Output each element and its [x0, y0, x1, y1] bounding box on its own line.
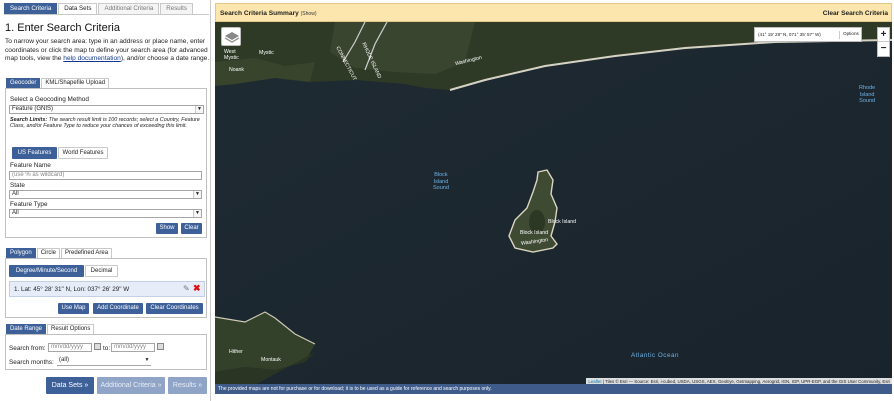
calendar-icon[interactable] [157, 343, 164, 350]
map-canvas[interactable]: West Mystic Mystic Noank CONNECTICUT RHO… [215, 22, 892, 385]
place-label: Block Island [520, 230, 548, 236]
date-from-placeholder: mm/dd/yyyy [51, 344, 84, 350]
edit-icon[interactable]: ✎ [183, 284, 190, 293]
delete-icon[interactable]: ✖ [193, 283, 201, 294]
coordinate-row: 1. Lat: 45° 28' 31" N, Lon: 037° 26' 29"… [9, 281, 205, 297]
area-box: Degree/Minute/Second Decimal 1. Lat: 45°… [5, 258, 207, 318]
criteria-intro: To narrow your search area: type in an a… [5, 38, 210, 64]
left-panel: Search Criteria Data Sets Additional Cri… [0, 0, 211, 401]
search-from-label: Search from: [9, 345, 46, 352]
months-value: (all) [59, 357, 69, 363]
tab-circle[interactable]: Circle [36, 248, 61, 258]
map-title-text: Search Criteria Summary [220, 10, 299, 17]
calendar-icon[interactable] [94, 343, 101, 350]
add-coordinate-button[interactable]: Add Coordinate [93, 303, 143, 314]
coordinate-text: 1. Lat: 45° 28' 31" N, Lon: 037° 26' 29"… [14, 286, 130, 293]
place-label: Noank [229, 67, 244, 73]
show-button[interactable]: Show [156, 223, 178, 234]
feature-name-input[interactable]: (use % as wildcard) [9, 171, 202, 180]
coordinate-readout-text: (41° 19' 28" N, 071° 35' 57" W) [758, 32, 821, 37]
search-months-label: Search months: [9, 359, 54, 366]
feature-tabs: US Features World Features [12, 147, 108, 159]
chevron-down-icon: ▼ [193, 191, 201, 198]
date-from-input[interactable]: mm/dd/yyyy [48, 343, 92, 352]
feature-name-label: Feature Name [10, 162, 51, 169]
map-title: Search Criteria Summary (Show) [220, 10, 316, 17]
feature-type-select[interactable]: All ▼ [9, 209, 202, 218]
tab-geocoder[interactable]: Geocoder [6, 78, 41, 88]
state-value: All [12, 191, 19, 197]
chevron-down-icon: ▼ [193, 210, 201, 217]
tab-dms[interactable]: Degree/Minute/Second [9, 265, 84, 277]
layers-icon[interactable] [221, 27, 241, 46]
method-select[interactable]: Feature (GNIS) ▼ [9, 105, 204, 114]
show-summary-link[interactable]: (Show) [301, 11, 317, 17]
tab-search-criteria[interactable]: Search Criteria [4, 3, 58, 14]
intro-text-end: ), and/or choose a date range. [120, 55, 210, 63]
place-label: Montauk [261, 357, 281, 363]
tab-additional-criteria[interactable]: Additional Criteria [98, 3, 160, 14]
tab-data-sets[interactable]: Data Sets [58, 3, 98, 14]
search-limits-title: Search Limits: [10, 117, 48, 123]
water-label: Rhode Island Sound [859, 85, 876, 104]
coordinate-readout: (41° 19' 28" N, 071° 35' 57" W) Options [754, 27, 862, 42]
tab-world-features[interactable]: World Features [58, 147, 108, 159]
clear-button[interactable]: Clear [181, 223, 202, 234]
zoom-control: + − [877, 27, 890, 57]
help-documentation-link[interactable]: help documentation [63, 55, 121, 62]
tab-kml-upload[interactable]: KML/Shapefile Upload [41, 78, 110, 88]
date-to-placeholder: mm/dd/yyyy [114, 344, 147, 350]
main-tabs: Search Criteria Data Sets Additional Cri… [4, 3, 193, 14]
place-label: Hither [229, 349, 243, 355]
use-map-button[interactable]: Use Map [58, 303, 89, 314]
date-to-input[interactable]: mm/dd/yyyy [111, 343, 155, 352]
place-label: Mystic [259, 50, 274, 56]
date-box: Search from: mm/dd/yyyy to: mm/dd/yyyy S… [5, 334, 207, 370]
months-select[interactable]: (all) ▼ [57, 357, 151, 366]
date-tabs: Date Range Result Options [6, 324, 95, 334]
tab-polygon[interactable]: Polygon [6, 248, 36, 258]
tab-results[interactable]: Results [160, 3, 193, 14]
map-disclaimer: The provided maps are not for purchase o… [215, 384, 892, 394]
format-tabs: Degree/Minute/Second Decimal [9, 265, 118, 277]
feature-type-value: All [12, 210, 19, 216]
tab-predefined-area[interactable]: Predefined Area [61, 248, 113, 258]
feature-name-placeholder: (use % as wildcard) [12, 172, 65, 178]
place-label: West Mystic [224, 49, 239, 61]
feature-type-label: Feature Type [10, 201, 48, 208]
map-imagery [215, 22, 892, 385]
to-label: to: [103, 345, 111, 352]
tab-us-features[interactable]: US Features [12, 147, 57, 159]
zoom-out-button[interactable]: − [878, 42, 889, 56]
tabs-divider [4, 14, 209, 15]
clear-coordinates-button[interactable]: Clear Coordinates [146, 303, 203, 314]
method-value: Feature (GNIS) [12, 106, 54, 112]
state-select[interactable]: All ▼ [9, 190, 202, 199]
water-label: Atlantic Ocean [631, 352, 679, 359]
method-label: Select a Geocoding Method [10, 96, 89, 103]
water-label: Block Island Sound [433, 172, 449, 191]
clear-search-criteria-link[interactable]: Clear Search Criteria [823, 10, 888, 17]
state-label: State [10, 182, 25, 189]
criteria-heading: 1. Enter Search Criteria [5, 22, 120, 34]
options-button[interactable]: Options [839, 31, 859, 39]
search-limits-note: Search Limits: The search result limit i… [10, 117, 202, 130]
additional-criteria-button[interactable]: Additional Criteria » [97, 377, 165, 394]
chevron-down-icon: ▼ [144, 357, 150, 363]
area-tabs: Polygon Circle Predefined Area [6, 248, 113, 258]
map-header: Search Criteria Summary (Show) Clear Sea… [215, 3, 892, 22]
place-label: Block Island [548, 219, 576, 225]
tab-result-options[interactable]: Result Options [47, 324, 95, 334]
geocoder-box: Select a Geocoding Method Feature (GNIS)… [5, 88, 207, 238]
layers-glyph [224, 32, 240, 43]
geocoder-tabs: Geocoder KML/Shapefile Upload [6, 78, 110, 88]
results-button[interactable]: Results » [168, 377, 207, 394]
tab-decimal[interactable]: Decimal [85, 265, 118, 277]
tab-date-range[interactable]: Date Range [6, 324, 47, 334]
data-sets-button[interactable]: Data Sets » [46, 377, 94, 394]
chevron-down-icon: ▼ [195, 106, 203, 113]
zoom-in-button[interactable]: + [878, 28, 889, 42]
